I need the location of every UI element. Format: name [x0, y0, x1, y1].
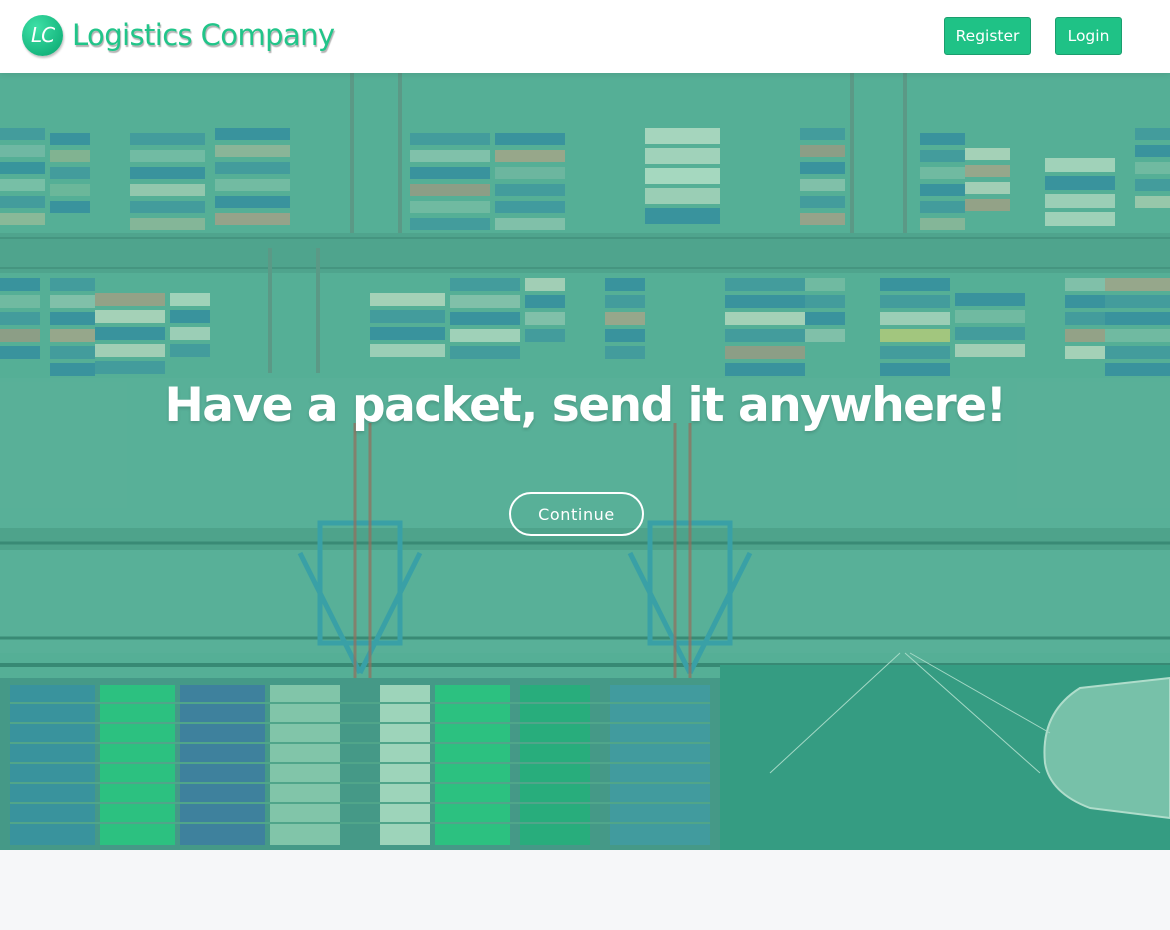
top-navbar: LC Logistics Company Register Login — [0, 0, 1170, 73]
login-button[interactable]: Login — [1055, 17, 1122, 55]
register-button[interactable]: Register — [944, 17, 1031, 55]
hero-headline: Have a packet, send it anywhere! — [164, 378, 1007, 433]
hero-section: Have a packet, send it anywhere! Continu… — [0, 73, 1170, 850]
continue-button[interactable]: Continue — [509, 492, 644, 536]
page-footer-area — [0, 850, 1170, 930]
logo-badge-icon: LC — [22, 14, 63, 56]
brand-name: Logistics Company — [72, 18, 335, 52]
hero-color-overlay — [0, 73, 1170, 850]
brand-logo[interactable]: LC Logistics Company — [22, 13, 335, 57]
logo-initials: LC — [30, 23, 55, 47]
